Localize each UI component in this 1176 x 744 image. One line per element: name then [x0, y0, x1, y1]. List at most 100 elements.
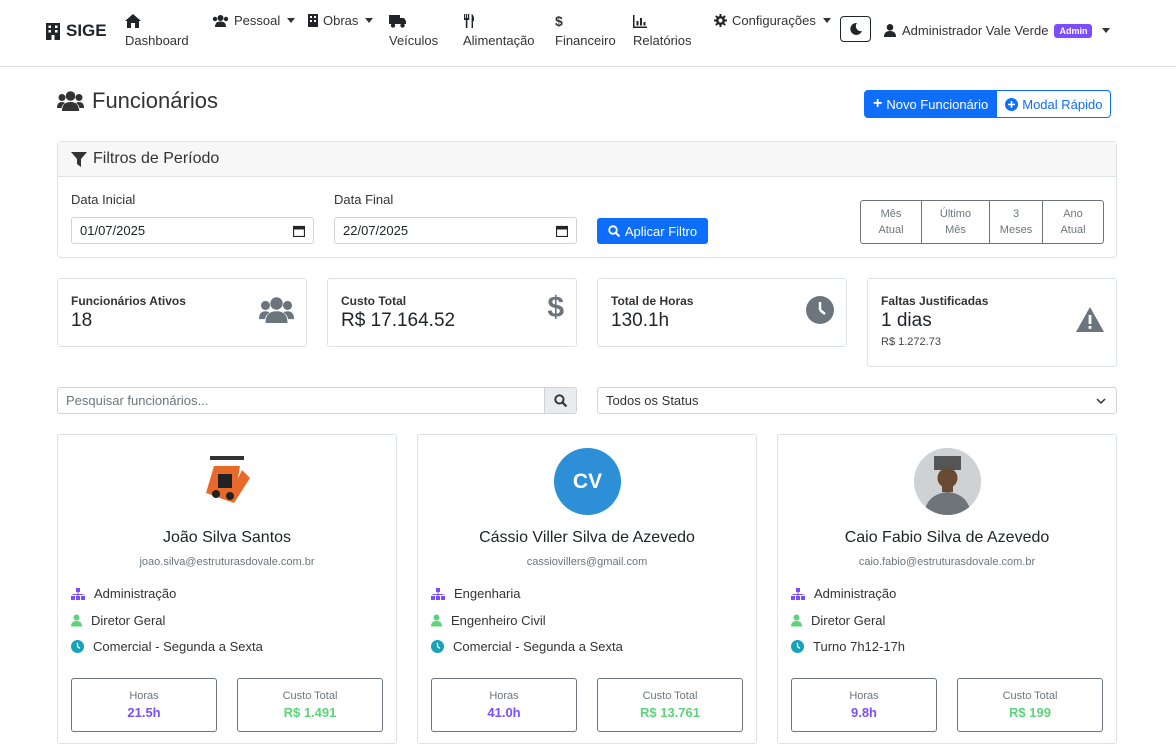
top-navbar: SIGE Dashboard Pessoal Obras Veículos Al…	[0, 0, 1176, 67]
employee-shift: Turno 7h12-17h	[791, 639, 905, 654]
truck-icon	[389, 14, 406, 28]
period-mes-atual-button[interactable]: Mês Atual	[861, 201, 922, 243]
users-icon	[259, 297, 294, 323]
plus-circle-icon	[1005, 97, 1019, 111]
dollar-icon: $	[555, 13, 563, 29]
employee-card[interactable]: Caio Fabio Silva de Azevedo caio.fabio@e…	[777, 434, 1117, 744]
employee-card[interactable]: João Silva Santos joao.silva@estruturasd…	[57, 434, 397, 744]
apply-filter-button[interactable]: Aplicar Filtro	[597, 218, 708, 244]
filter-header: Filtros de Período	[58, 142, 1116, 177]
user-tie-icon	[71, 614, 82, 627]
stat-funcionarios-ativos: Funcionários Ativos 18	[57, 278, 307, 347]
building-icon	[46, 22, 60, 40]
chevron-down-icon	[822, 18, 831, 23]
period-ano-atual-button[interactable]: Ano Atual	[1043, 201, 1103, 243]
nav-veiculos[interactable]: Veículos	[389, 13, 438, 48]
employee-department: Administração	[71, 586, 176, 601]
filter-title: Filtros de Período	[93, 150, 220, 167]
nav-pessoal-label: Pessoal	[234, 13, 281, 28]
nav-alimentacao-label: Alimentação	[463, 33, 535, 48]
calendar-icon	[293, 225, 305, 237]
warning-icon	[1076, 307, 1104, 332]
quick-modal-button[interactable]: Modal Rápido	[997, 90, 1112, 118]
employee-email: cassiovillers@gmail.com	[526, 556, 648, 568]
nav-relatorios-label: Relatórios	[633, 33, 692, 48]
user-icon	[884, 24, 896, 37]
chevron-down-icon	[365, 18, 374, 23]
filter-icon	[71, 151, 87, 167]
moon-icon	[849, 23, 862, 35]
period-buttons: Mês Atual Último Mês 3 Meses Ano Atual	[860, 200, 1104, 244]
clock-icon	[431, 640, 444, 653]
dollar-icon: $	[547, 291, 564, 324]
cost-box: Custo Total R$ 13.761	[597, 678, 743, 732]
clock-icon	[806, 296, 834, 324]
employee-name: João Silva Santos	[162, 529, 292, 546]
cost-box: Custo Total R$ 199	[957, 678, 1103, 732]
search-button[interactable]	[544, 388, 576, 413]
status-select[interactable]: Todos os Status	[597, 387, 1117, 414]
nav-obras-label: Obras	[323, 13, 359, 28]
start-date-label: Data Inicial	[71, 192, 136, 207]
nav-relatorios[interactable]: Relatórios	[633, 13, 692, 48]
end-date-input[interactable]: 22/07/2025	[334, 217, 577, 244]
employee-photo	[914, 448, 981, 515]
page-title-text: Funcionários	[92, 88, 218, 113]
period-3-meses-button[interactable]: 3 Meses	[990, 201, 1043, 243]
employee-role: Engenheiro Civil	[431, 613, 546, 628]
users-icon	[212, 14, 229, 27]
employee-email: caio.fabio@estruturasdovale.com.br	[858, 556, 1036, 568]
nav-alimentacao[interactable]: Alimentação	[463, 13, 535, 48]
employee-shift: Comercial - Segunda a Sexta	[431, 639, 623, 654]
header-actions: + Novo Funcionário Modal Rápido	[864, 90, 1112, 118]
sitemap-icon	[791, 587, 805, 600]
user-menu[interactable]: Administrador Vale Verde Admin	[884, 23, 1111, 38]
nav-financeiro-label: Financeiro	[555, 33, 616, 48]
employee-email: joao.silva@estruturasdovale.com.br	[139, 556, 315, 568]
utensils-icon	[464, 14, 475, 28]
nav-financeiro[interactable]: $ Financeiro	[555, 13, 616, 48]
cost-box: Custo Total R$ 1.491	[237, 678, 383, 732]
user-tie-icon	[431, 614, 442, 627]
employee-card[interactable]: CV Cássio Viller Silva de Azevedo cassio…	[417, 434, 757, 744]
stat-faltas-justificadas: Faltas Justificadas 1 dias R$ 1.272.73	[867, 278, 1117, 367]
search-icon	[554, 394, 567, 407]
sitemap-icon	[431, 587, 445, 600]
search-input[interactable]: Pesquisar funcionários...	[58, 388, 544, 413]
user-name: Administrador Vale Verde	[902, 23, 1049, 38]
employee-name: Cássio Viller Silva de Azevedo	[479, 529, 695, 546]
employee-photo	[194, 448, 261, 515]
plus-icon: +	[873, 95, 883, 112]
nav-obras[interactable]: Obras	[308, 13, 374, 28]
employee-name: Caio Fabio Silva de Azevedo	[844, 529, 1050, 546]
theme-toggle-button[interactable]	[840, 16, 871, 42]
calendar-icon	[556, 225, 568, 237]
building-icon	[308, 14, 318, 27]
employee-avatar-initials: CV	[554, 448, 621, 515]
clock-icon	[791, 640, 804, 653]
gear-icon	[714, 14, 727, 27]
user-tie-icon	[791, 614, 802, 627]
nav-veiculos-label: Veículos	[389, 33, 439, 48]
nav-dashboard[interactable]: Dashboard	[125, 13, 189, 48]
start-date-input[interactable]: 01/07/2025	[71, 217, 314, 244]
search-icon	[608, 225, 620, 237]
home-icon	[125, 14, 141, 28]
employee-department: Engenharia	[431, 586, 521, 601]
page-title: Funcionários	[57, 88, 218, 114]
clock-icon	[71, 640, 84, 653]
employee-role: Diretor Geral	[71, 613, 165, 628]
nav-pessoal[interactable]: Pessoal	[212, 13, 296, 28]
brand-link[interactable]: SIGE	[46, 21, 107, 41]
nav-configuracoes[interactable]: Configurações	[714, 13, 831, 28]
hours-box: Horas 41.0h	[431, 678, 577, 732]
period-ultimo-mes-button[interactable]: Último Mês	[922, 201, 990, 243]
search-group: Pesquisar funcionários...	[57, 387, 577, 414]
end-date-label: Data Final	[334, 192, 394, 207]
brand-name: SIGE	[66, 21, 107, 40]
employee-department: Administração	[791, 586, 896, 601]
nav-dashboard-label: Dashboard	[125, 33, 189, 48]
new-employee-button[interactable]: + Novo Funcionário	[864, 90, 998, 118]
chevron-down-icon	[1096, 397, 1106, 404]
stat-total-horas: Total de Horas 130.1h	[597, 278, 847, 347]
